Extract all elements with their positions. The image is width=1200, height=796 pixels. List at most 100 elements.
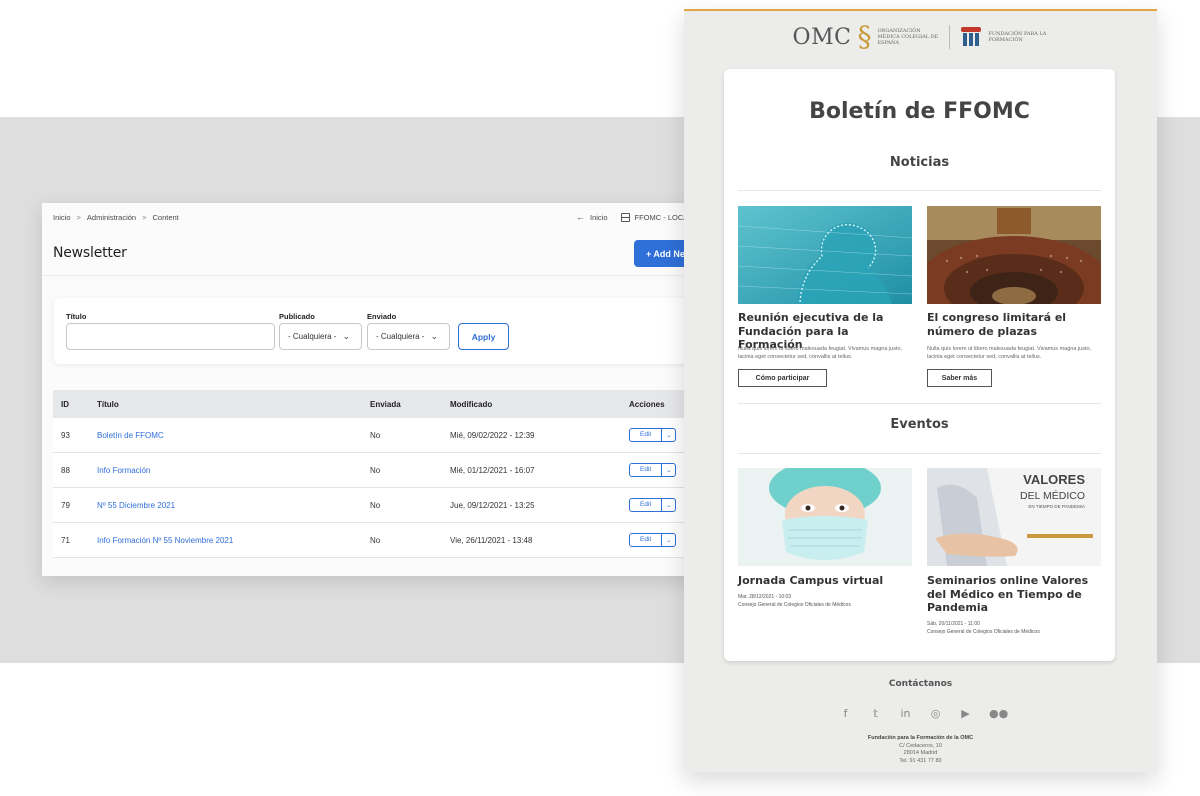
breadcrumb-item-content: Content	[152, 213, 179, 222]
facebook-icon[interactable]: f	[839, 707, 852, 720]
table-row: 79 Nº 55 Diciembre 2021 No Jue, 09/12/20…	[53, 488, 702, 523]
event-image-valores: VALORES DEL MÉDICO EN TIEMPO DE PANDEMIA	[927, 468, 1101, 566]
table-row: 93 Boletín de FFOMC No Mié, 09/02/2022 -…	[53, 418, 702, 453]
title-filter-input[interactable]	[66, 323, 275, 350]
event-organizer: Consejo General de Colegios Oficiales de…	[738, 601, 851, 608]
row-edit-dropbutton: Edit ⌄	[629, 428, 677, 442]
chevron-down-icon: ⌄	[342, 331, 351, 341]
foundation-name: Fundación para la Formación	[988, 31, 1047, 43]
brand-header: OMC § Organización Médica Colegial de Es…	[684, 23, 1157, 51]
contact-heading: Contáctanos	[888, 679, 953, 689]
header-divider	[42, 275, 702, 276]
row-sent: No	[370, 430, 381, 440]
row-modified: Jue, 09/12/2021 - 13:25	[450, 500, 535, 510]
column-header-sent[interactable]: Enviada	[370, 400, 450, 409]
event-image-surgeon	[738, 468, 912, 566]
news-title[interactable]: El congreso limitará el número de plazas	[927, 311, 1103, 338]
home-link[interactable]: Inicio	[590, 213, 608, 222]
breadcrumb-separator: >	[142, 213, 147, 222]
address-city: 28014 Madrid	[903, 750, 938, 756]
arrow-left-icon: ←	[576, 212, 585, 222]
org-name: Organización Médica Colegial de España	[877, 28, 939, 46]
chevron-down-icon[interactable]: ⌄	[662, 537, 675, 544]
address-phone: Tel. 91 431 77 80	[899, 757, 942, 764]
participate-button[interactable]: Cómo participar	[738, 369, 827, 387]
youtube-icon[interactable]: ▶	[959, 707, 972, 720]
edit-button[interactable]: Edit	[630, 429, 663, 441]
sent-filter-label: Enviado	[367, 312, 397, 321]
column-header-title[interactable]: Título	[97, 400, 370, 409]
newsletter-preview: OMC § Organización Médica Colegial de Es…	[684, 9, 1157, 772]
row-title-link[interactable]: Info Formación Nº 55 Noviembre 2021	[97, 536, 233, 545]
admin-panel: Inicio > Administración > Content ← Inic…	[42, 203, 702, 576]
event-image-headline: VALORES	[1023, 472, 1085, 487]
table-row: 88 Info Formación No Mié, 01/12/2021 - 1…	[53, 453, 702, 488]
published-filter-value: - Cualquiera -	[288, 332, 337, 341]
edit-button[interactable]: Edit	[630, 534, 663, 546]
newsletter-title: Boletín de FFOMC	[809, 99, 1030, 124]
table-header: ID Título Enviada Modificado Acciones	[53, 390, 702, 418]
instagram-icon[interactable]: ◎	[929, 707, 942, 720]
chevron-down-icon[interactable]: ⌄	[662, 467, 675, 474]
footer-address: Fundación para la Formación de la OMC C/…	[684, 735, 1157, 765]
row-edit-dropbutton: Edit ⌄	[629, 498, 677, 512]
caduceus-icon: §	[857, 20, 872, 53]
divider	[738, 403, 1101, 404]
foundation-logo-icon	[960, 26, 982, 48]
event-image-subheadline: DEL MÉDICO	[1020, 489, 1085, 502]
row-sent: No	[370, 500, 381, 510]
newsletter-table: ID Título Enviada Modificado Acciones 93…	[53, 390, 702, 558]
breadcrumb: Inicio > Administración > Content	[53, 213, 179, 222]
event-date: Sáb, 20/11/2021 - 11:00	[927, 621, 980, 627]
filter-form: Título Publicado - Cualquiera - ⌄ Enviad…	[54, 298, 702, 364]
row-modified: Vie, 26/11/2021 - 13:48	[450, 535, 533, 545]
news-image-dna	[738, 206, 912, 304]
event-date: Mar, 28/12/2021 - 10:03	[738, 594, 792, 600]
omc-logo-text: OMC	[792, 24, 852, 50]
news-summary: Nulla quis lorem ut libero malesuada feu…	[927, 346, 1092, 360]
event-title[interactable]: Seminarios online Valores del Médico en …	[927, 574, 1103, 615]
social-links: f 𝕥 in ◎ ▶ ●●	[684, 707, 1157, 720]
column-header-modified[interactable]: Modificado	[450, 400, 629, 409]
divider	[738, 453, 1101, 454]
divider	[738, 190, 1101, 191]
brand-divider	[949, 25, 951, 49]
chevron-down-icon[interactable]: ⌄	[662, 432, 675, 439]
edit-button[interactable]: Edit	[630, 499, 663, 511]
row-title-link[interactable]: Nº 55 Diciembre 2021	[97, 501, 175, 510]
news-image-congress	[927, 206, 1101, 304]
row-id: 71	[61, 535, 70, 545]
title-filter-label: Título	[66, 312, 87, 321]
published-filter-select[interactable]: - Cualquiera - ⌄	[279, 323, 362, 350]
sent-filter-select[interactable]: - Cualquiera - ⌄	[367, 323, 450, 350]
apply-button[interactable]: Apply	[458, 323, 509, 350]
learn-more-button[interactable]: Saber más	[927, 369, 992, 387]
event-meta: Mar, 28/12/2021 - 10:03 Consejo General …	[738, 594, 914, 609]
linkedin-icon[interactable]: in	[899, 707, 912, 720]
row-modified: Mié, 01/12/2021 - 16:07	[450, 465, 535, 475]
breadcrumb-item-administracion[interactable]: Administración	[87, 213, 136, 222]
news-summary: Nulla quis lorem ut libero malesuada feu…	[738, 346, 903, 360]
row-edit-dropbutton: Edit ⌄	[629, 463, 677, 477]
row-title-link[interactable]: Info Formación	[97, 466, 150, 475]
newsletter-card: Boletín de FFOMC Noticias Reunión ejecut…	[724, 69, 1115, 661]
event-image-caption: EN TIEMPO DE PANDEMIA	[1028, 504, 1085, 509]
column-header-id[interactable]: ID	[53, 400, 97, 409]
news-heading: Noticias	[889, 155, 950, 170]
row-edit-dropbutton: Edit ⌄	[629, 533, 677, 547]
address-street: C/ Cedaceros, 10	[899, 742, 942, 749]
row-title-link[interactable]: Boletín de FFOMC	[97, 431, 164, 440]
edit-button[interactable]: Edit	[630, 464, 663, 476]
row-sent: No	[370, 465, 381, 475]
breadcrumb-item-inicio[interactable]: Inicio	[53, 213, 71, 222]
row-id: 79	[61, 500, 70, 510]
sent-filter-value: - Cualquiera -	[376, 332, 425, 341]
chevron-down-icon[interactable]: ⌄	[662, 502, 675, 509]
breadcrumb-separator: >	[76, 213, 81, 222]
twitter-icon[interactable]: 𝕥	[869, 707, 882, 720]
flickr-icon[interactable]: ●●	[989, 707, 1008, 720]
row-id: 88	[61, 465, 70, 475]
event-title[interactable]: Jornada Campus virtual	[738, 574, 914, 588]
chevron-down-icon: ⌄	[430, 331, 439, 341]
page-title: Newsletter	[53, 245, 127, 261]
